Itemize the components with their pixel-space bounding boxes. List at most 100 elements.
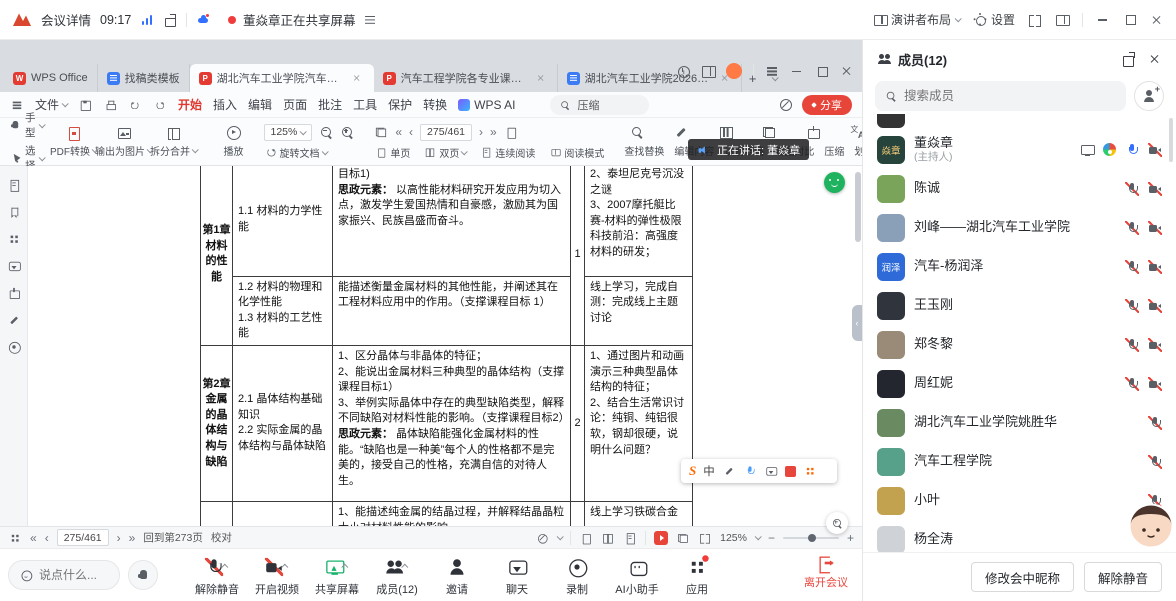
camera-off-icon[interactable] (1148, 143, 1162, 157)
member-row-host[interactable]: 焱章 董焱章(主持人) (863, 130, 1176, 169)
apps-button[interactable]: 应用 (672, 554, 722, 599)
record-button[interactable]: 录制 (552, 554, 602, 599)
member-row[interactable]: 陈诚 (863, 169, 1176, 208)
wps-menu-icon[interactable] (765, 64, 779, 78)
tab-wps-office[interactable]: WPS Office (4, 64, 98, 92)
mic-off-icon[interactable] (1125, 299, 1139, 313)
wps-share-button[interactable]: 分享 (802, 95, 852, 115)
back-to-page-link[interactable]: 回到第273页 (143, 530, 203, 545)
fullscreen-view-icon[interactable] (700, 532, 711, 543)
export-image-button[interactable]: 输出为图片 (104, 126, 144, 158)
invite-button[interactable]: 邀请 (432, 554, 482, 599)
emoji-icon[interactable] (20, 569, 33, 582)
maximize-button[interactable] (1123, 13, 1137, 27)
mic-on-icon[interactable] (1125, 143, 1139, 157)
camera-off-icon[interactable] (1148, 338, 1162, 352)
mic-off-icon[interactable] (1148, 455, 1162, 469)
annotate-icon[interactable] (8, 314, 20, 326)
mic-off-icon[interactable] (1148, 416, 1162, 430)
fullscreen-icon[interactable] (1028, 13, 1042, 27)
menu-insert[interactable]: 插入 (213, 96, 237, 113)
split-view-icon[interactable] (678, 532, 689, 543)
close-tab-icon[interactable] (352, 73, 362, 83)
pages-icon[interactable] (375, 126, 387, 138)
single-view-icon[interactable] (581, 532, 592, 543)
member-row[interactable]: 汽车工程学院 (863, 442, 1176, 481)
pdf-convert-button[interactable]: PDF转换 (54, 126, 94, 158)
member-row[interactable]: 润泽 汽车-杨润泽 (863, 247, 1176, 286)
read-mode-button[interactable]: 阅读模式 (548, 145, 604, 160)
thumbnails-icon[interactable] (8, 233, 20, 245)
zoom-in-icon[interactable] (340, 125, 354, 139)
annotation-palette-icon[interactable] (1103, 143, 1116, 156)
cloud-record-icon[interactable] (196, 13, 210, 27)
translate-icon[interactable] (850, 125, 862, 139)
next-page-button[interactable]: › (479, 126, 483, 138)
recognize-table-icon[interactable] (718, 125, 732, 139)
speaker-layout-button[interactable]: 演讲者布局 (873, 11, 960, 28)
tab-templates[interactable]: 找稿类模板 (98, 64, 190, 92)
presentation-play-button[interactable] (654, 531, 668, 545)
panel-toggle-icon[interactable] (1055, 13, 1069, 27)
ime-emoji-icon[interactable] (765, 466, 776, 477)
first-page-button[interactable]: « (30, 532, 37, 544)
popout-icon[interactable] (1121, 52, 1135, 66)
prev-page-button[interactable]: ‹ (45, 532, 49, 544)
mic-off-icon[interactable] (1125, 338, 1139, 352)
page-indicator[interactable]: 275/461 (420, 124, 472, 141)
zoom-out-button[interactable]: − (768, 532, 775, 544)
screenshot-compare-icon[interactable] (762, 125, 776, 139)
leave-meeting-button[interactable]: 离开会议 (804, 556, 848, 590)
document-scrollbar[interactable] (855, 172, 861, 242)
ai-assistant-button[interactable]: AI小助手 (612, 554, 662, 599)
proofread-button[interactable]: 校对 (211, 530, 232, 545)
zoom-level[interactable]: 125% (720, 532, 747, 544)
assistant-avatar[interactable] (1128, 503, 1174, 549)
menu-page[interactable]: 页面 (283, 96, 307, 113)
wps-assistant-bubble[interactable] (824, 172, 845, 193)
tab-curriculum[interactable]: 汽车工程学院各专业课程体系汇总版 (374, 64, 558, 92)
member-row[interactable]: 郑冬黎 (863, 325, 1176, 364)
sogou-ime-bar[interactable]: S 中 (681, 459, 837, 483)
skin-icon[interactable] (701, 64, 715, 78)
command-search-input[interactable] (577, 99, 641, 111)
print-icon[interactable] (104, 99, 116, 111)
tab-current-pdf[interactable]: 湖北汽车工业学院汽车服务工程专 (190, 64, 374, 92)
mic-off-icon[interactable] (1125, 182, 1139, 196)
quick-chat-input[interactable] (39, 568, 109, 582)
attachment-icon[interactable] (8, 287, 20, 299)
close-panel-icon[interactable] (1148, 52, 1162, 66)
member-row[interactable]: 刘峰——湖北汽车工业学院 (863, 208, 1176, 247)
navigation-icon[interactable] (8, 179, 20, 191)
close-tab-icon[interactable] (536, 73, 546, 83)
zoom-in-button[interactable]: + (847, 532, 854, 544)
save-icon[interactable] (79, 99, 91, 111)
members-scrollbar[interactable] (1169, 118, 1173, 162)
mic-off-icon[interactable] (1125, 260, 1139, 274)
zoom-slider[interactable] (783, 537, 839, 539)
add-member-button[interactable]: + (1134, 81, 1164, 111)
ime-handwrite-icon[interactable] (723, 466, 734, 477)
member-row[interactable]: 王玉刚 (863, 286, 1176, 325)
wps-account-avatar[interactable] (726, 63, 742, 79)
command-search[interactable] (550, 95, 649, 115)
menu-annotate[interactable]: 批注 (318, 96, 342, 113)
wps-maximize-button[interactable] (815, 64, 829, 78)
last-page-button[interactable]: » (490, 126, 497, 138)
mic-off-icon[interactable] (1125, 221, 1139, 235)
edit-content-icon[interactable] (674, 125, 688, 139)
split-merge-button[interactable]: 拆分合并 (154, 126, 194, 158)
start-video-button[interactable]: 开启视频 (252, 554, 302, 599)
menu-protect[interactable]: 保护 (388, 96, 412, 113)
find-replace-icon[interactable] (630, 125, 644, 139)
double-view-icon[interactable] (603, 532, 614, 543)
next-page-button[interactable]: › (117, 532, 121, 544)
zoom-select[interactable]: 125% (264, 124, 313, 141)
compress-button[interactable]: 压缩 (824, 143, 844, 158)
member-row[interactable]: 周红妮 (863, 364, 1176, 403)
menu-wps-ai[interactable]: WPS AI (458, 98, 515, 112)
camera-off-icon[interactable] (1148, 182, 1162, 196)
members-button[interactable]: 成员(12) (372, 554, 422, 599)
wps-close-button[interactable] (840, 64, 854, 78)
prev-page-button[interactable]: ‹ (409, 126, 413, 138)
